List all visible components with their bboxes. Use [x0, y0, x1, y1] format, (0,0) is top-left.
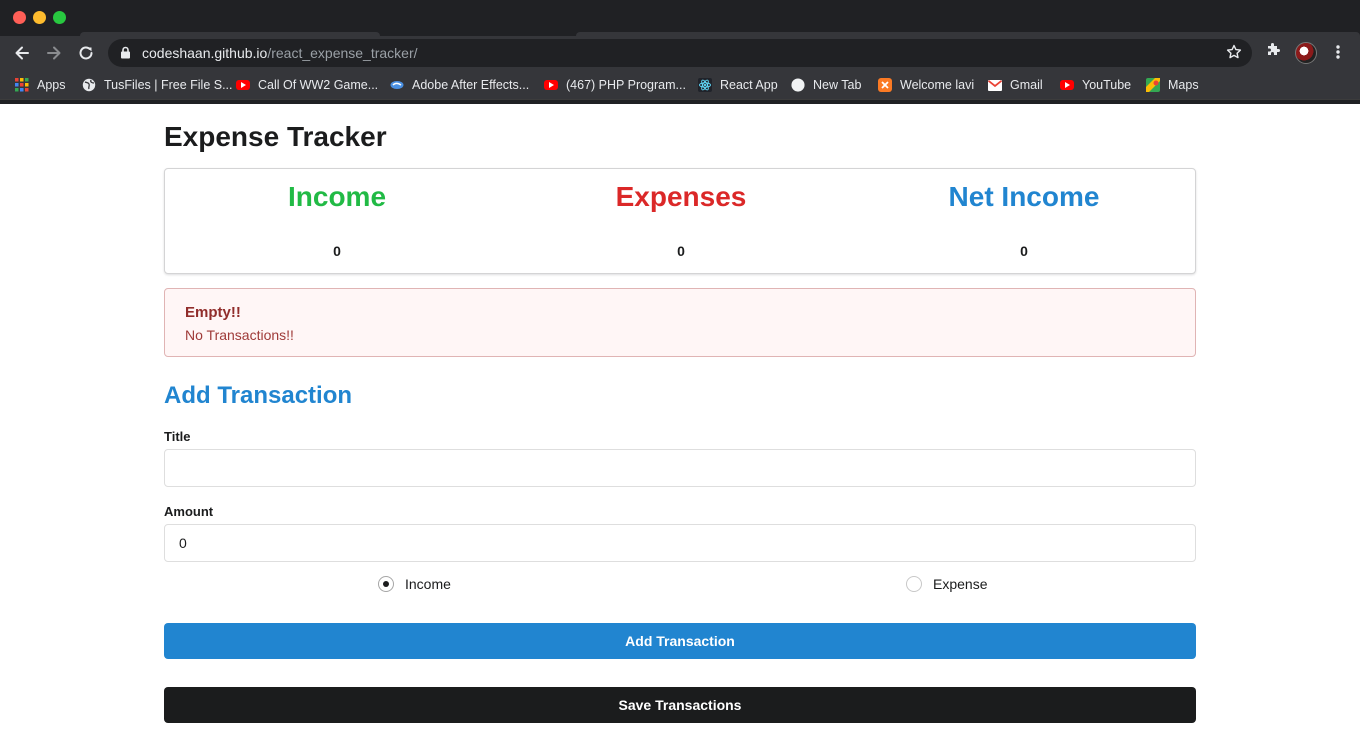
- expenses-stat: Expenses 0: [509, 169, 853, 273]
- add-transaction-heading: Add Transaction: [164, 382, 353, 409]
- title-input[interactable]: [164, 449, 1196, 487]
- expense-radio[interactable]: Expense: [906, 576, 987, 592]
- stats-card: Income 0 Expenses 0 Net Income 0: [164, 168, 1196, 274]
- bookmark-adobe-after-effects[interactable]: Adobe After Effects...: [390, 76, 529, 94]
- bookmark-php-program[interactable]: (467) PHP Program...: [544, 76, 686, 94]
- bookmark-apps[interactable]: Apps: [15, 76, 66, 94]
- react-icon: [698, 78, 712, 92]
- url-text: codeshaan.github.io/react_expense_tracke…: [142, 45, 418, 61]
- window-maximize-button[interactable]: [53, 11, 66, 24]
- expenses-stat-label: Expenses: [615, 181, 747, 212]
- bookmarks-bar: Apps TusFiles | Free File S... Call Of W…: [0, 70, 1360, 100]
- bookmark-label: Gmail: [1010, 78, 1043, 92]
- extensions-puzzle-icon[interactable]: [1265, 41, 1282, 63]
- income-stat-label: Income: [287, 181, 387, 212]
- empty-transactions-alert: Empty!! No Transactions!!: [164, 288, 1196, 357]
- income-stat: Income 0: [165, 169, 509, 273]
- income-stat-value: 0: [333, 243, 341, 259]
- forward-icon[interactable]: [41, 40, 67, 66]
- bookmark-site-icon: [390, 78, 404, 92]
- maps-icon: [1146, 78, 1160, 92]
- url-host: codeshaan.github.io: [142, 45, 268, 61]
- bookmark-label: (467) PHP Program...: [566, 78, 686, 92]
- address-bar[interactable]: codeshaan.github.io/react_expense_tracke…: [108, 39, 1252, 67]
- bookmark-label: Call Of WW2 Game...: [258, 78, 379, 92]
- youtube-icon: [544, 78, 558, 92]
- income-radio-button[interactable]: [378, 576, 394, 592]
- window-minimize-button[interactable]: [33, 11, 46, 24]
- globe-icon: [82, 78, 96, 92]
- blank-circle-icon: [791, 78, 805, 92]
- title-field-label: Title: [164, 429, 191, 444]
- net-income-stat: Net Income 0: [852, 169, 1196, 273]
- reload-icon[interactable]: [73, 40, 99, 66]
- window-titlebar: [0, 0, 1360, 36]
- bookmark-label: TusFiles | Free File S...: [104, 78, 233, 92]
- window-close-button[interactable]: [13, 11, 26, 24]
- url-path: /react_expense_tracker/: [267, 45, 418, 61]
- amount-input[interactable]: [164, 524, 1196, 562]
- browser-toolbar: codeshaan.github.io/react_expense_tracke…: [0, 36, 1360, 70]
- bookmark-call-of-ww2[interactable]: Call Of WW2 Game...: [236, 76, 378, 94]
- bookmark-label: YouTube: [1082, 78, 1132, 92]
- youtube-icon: [236, 78, 250, 92]
- bookmark-label: Welcome lavi: [900, 78, 975, 92]
- income-radio[interactable]: Income: [378, 576, 451, 592]
- bookmark-welcome-lavi[interactable]: Welcome lavi: [878, 76, 974, 94]
- bookmark-label: Maps: [1168, 78, 1199, 92]
- bookmark-react-app[interactable]: React App: [698, 76, 778, 94]
- save-transactions-button[interactable]: Save Transactions: [164, 687, 1196, 723]
- bookmark-label: React App: [720, 78, 778, 92]
- bookmark-star-icon[interactable]: [1226, 44, 1242, 65]
- amount-field-label: Amount: [164, 504, 214, 519]
- gmail-icon: [988, 78, 1002, 92]
- bookmark-tusfiles[interactable]: TusFiles | Free File S...: [82, 76, 233, 94]
- more-menu-icon[interactable]: [1331, 44, 1345, 65]
- bookmark-label: Adobe After Effects...: [412, 78, 530, 92]
- back-icon[interactable]: [9, 40, 35, 66]
- bookmark-gmail[interactable]: Gmail: [988, 76, 1043, 94]
- youtube-icon: [1060, 78, 1074, 92]
- bookmark-youtube[interactable]: YouTube: [1060, 76, 1131, 94]
- expense-radio-button[interactable]: [906, 576, 922, 592]
- lock-icon[interactable]: [120, 46, 131, 64]
- profile-avatar[interactable]: [1295, 42, 1317, 64]
- alert-message: No Transactions!!: [185, 327, 294, 343]
- expense-radio-label[interactable]: Expense: [933, 576, 987, 592]
- page-title: Expense Tracker: [164, 121, 387, 152]
- page-viewport: Expense Tracker Income 0 Expenses 0 Net …: [0, 104, 1360, 740]
- expenses-stat-value: 0: [677, 243, 685, 259]
- net-income-stat-label: Net Income: [948, 181, 1100, 212]
- add-transaction-button[interactable]: Add Transaction: [164, 623, 1196, 659]
- bookmark-label: Apps: [37, 78, 66, 92]
- income-radio-label[interactable]: Income: [405, 576, 451, 592]
- apps-grid-icon: [15, 78, 29, 92]
- bookmark-new-tab[interactable]: New Tab: [791, 76, 861, 94]
- alert-header: Empty!!: [185, 304, 241, 321]
- xampp-icon: [878, 78, 892, 92]
- bookmark-maps[interactable]: Maps: [1146, 76, 1199, 94]
- bookmark-label: New Tab: [813, 78, 862, 92]
- net-income-stat-value: 0: [1020, 243, 1028, 259]
